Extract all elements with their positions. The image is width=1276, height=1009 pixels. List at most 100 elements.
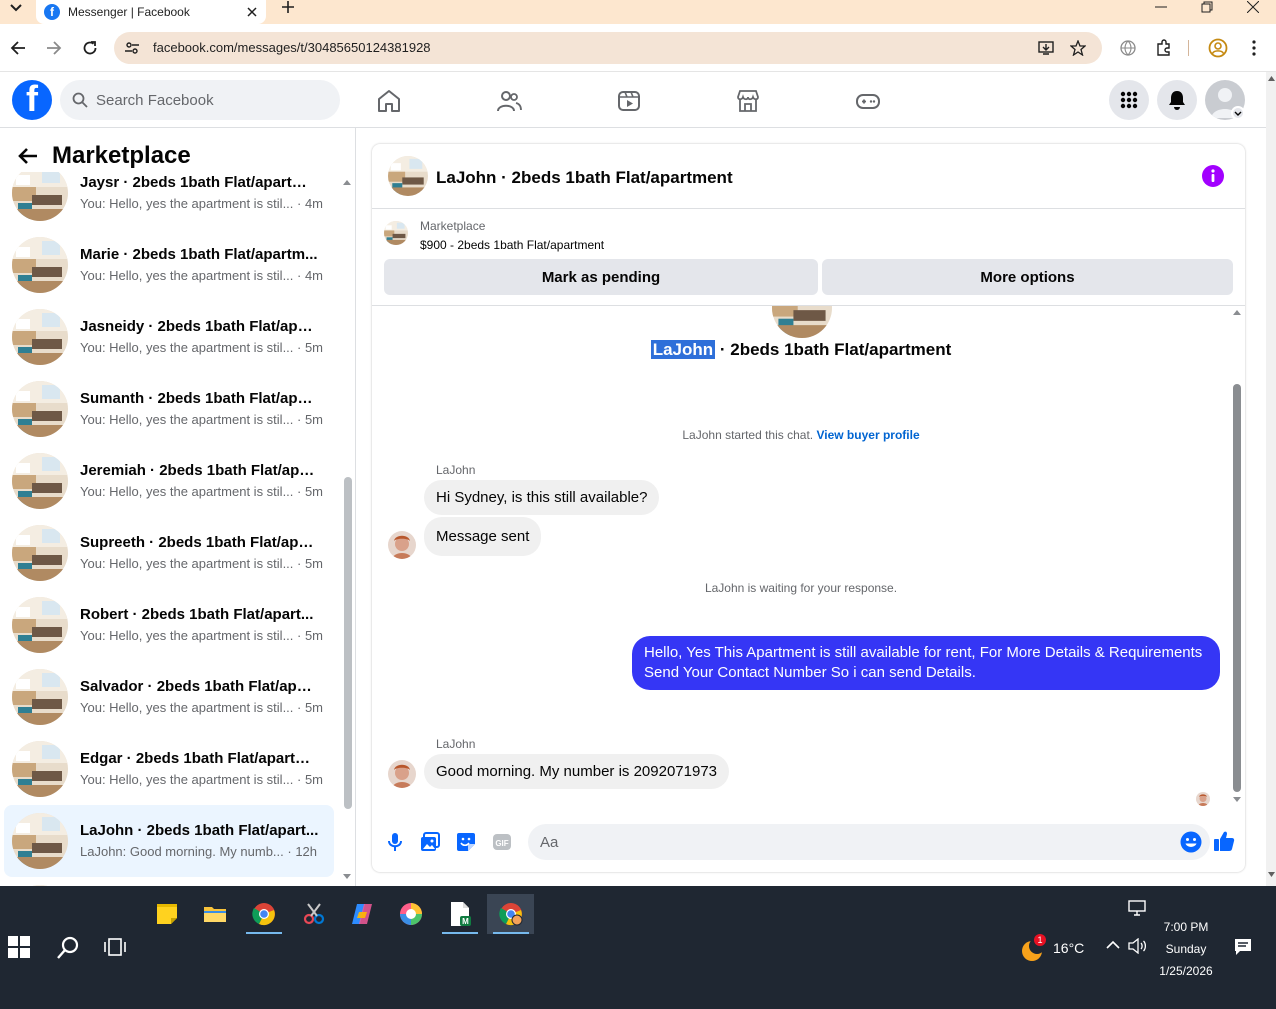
install-app-icon[interactable] [1038, 40, 1054, 56]
conversation-item[interactable]: Marie · 2beds 1bath Flat/apartm... You: H… [4, 229, 334, 301]
sender-name: LaJohn [436, 463, 476, 477]
conversation-item[interactable]: Salvador · 2beds 1bath Flat/apar... You: … [4, 661, 334, 733]
sidebar-header: Marketplace [0, 128, 340, 172]
menu-grid-icon[interactable] [1109, 80, 1149, 120]
conversation-item[interactable]: Supreeth · 2beds 1bath Flat/apar... You: … [4, 517, 334, 589]
new-tab-plus-icon[interactable] [278, 0, 298, 14]
browser-menu-icon[interactable] [1242, 36, 1266, 60]
back-icon[interactable] [6, 36, 30, 60]
conversation-list: Jaysr · 2beds 1bath Flat/apartment You: H… [0, 157, 340, 886]
mark-as-pending-button[interactable]: Mark as pending [384, 259, 818, 295]
globe-icon[interactable] [1116, 36, 1140, 60]
volume-speaker-icon[interactable] [1128, 938, 1148, 954]
chat-title[interactable]: LaJohn · 2beds 1bath Flat/apartment [436, 168, 733, 188]
file-explorer-icon[interactable] [193, 894, 237, 934]
outgoing-message[interactable]: Hello, Yes This Apartment is still avail… [632, 636, 1220, 690]
close-window-icon[interactable] [1230, 0, 1276, 14]
listing-thumbnail[interactable] [384, 221, 408, 245]
view-buyer-profile-link[interactable]: View buyer profile [816, 428, 919, 442]
conversation-item[interactable]: Robert · 2beds 1bath Flat/apart... You: H… [4, 589, 334, 661]
toolbar-divider [1188, 40, 1189, 56]
facebook-logo[interactable]: f [12, 80, 52, 120]
video-icon[interactable] [616, 88, 642, 114]
conversation-item[interactable]: Jeremiah · 2beds 1bath Flat/apar... You: … [4, 445, 334, 517]
tab-title: Messenger | Facebook [68, 5, 190, 19]
url-text: facebook.com/messages/t/3048565012438192… [153, 40, 431, 55]
friends-icon[interactable] [496, 88, 522, 114]
windows-start-icon[interactable] [8, 936, 32, 960]
browser-tab[interactable]: f Messenger | Facebook [36, 0, 266, 24]
site-info-icon[interactable] [124, 40, 140, 56]
gif-icon[interactable]: GIF [491, 831, 513, 853]
app-running-indicator [246, 932, 282, 934]
extensions-puzzle-icon[interactable] [1152, 36, 1176, 60]
message-box[interactable] [528, 824, 1210, 860]
copilot-icon[interactable] [340, 894, 384, 934]
attach-photo-icon[interactable] [419, 831, 441, 853]
marketplace-icon[interactable] [735, 88, 761, 114]
conversation-name: Jasneidy · 2beds 1bath Flat/apar... [80, 318, 320, 335]
forward-icon[interactable] [42, 36, 66, 60]
conversation-item[interactable]: Edgar · 2beds 1bath Flat/apartm... You: H… [4, 733, 334, 805]
emoji-icon[interactable] [1180, 831, 1202, 853]
gaming-icon[interactable] [855, 88, 881, 114]
close-tab-icon[interactable] [242, 2, 262, 22]
clock-day: Sunday [1165, 942, 1207, 956]
incoming-message[interactable]: Hi Sydney, is this still available? [424, 480, 660, 515]
temperature-text[interactable]: 16°C [1053, 940, 1084, 956]
task-view-icon[interactable] [104, 936, 128, 960]
conversation-item[interactable] [4, 877, 334, 886]
more-options-button[interactable]: More options [822, 259, 1233, 295]
page-scrollbar[interactable] [1266, 72, 1276, 886]
reload-icon[interactable] [78, 36, 102, 60]
contact-avatar[interactable] [388, 760, 416, 788]
voice-clip-microphone-icon[interactable] [384, 831, 406, 853]
restore-window-icon[interactable] [1184, 0, 1230, 14]
minimize-window-icon[interactable] [1138, 0, 1184, 14]
snipping-tool-icon[interactable] [292, 894, 336, 934]
account-chevron-down-icon[interactable] [1231, 106, 1245, 120]
taskbar-clock[interactable]: 7:00 PM Sunday 1/25/2026 [1146, 916, 1226, 982]
action-center-notification-icon[interactable] [1234, 938, 1252, 956]
thread-title-name: LaJohn [650, 340, 716, 359]
photos-icon[interactable] [389, 894, 433, 934]
conversation-item[interactable]: Sumanth · 2beds 1bath Flat/apar... You: H… [4, 373, 334, 445]
like-thumbs-up-icon[interactable] [1212, 829, 1236, 853]
document-m-icon[interactable]: M [438, 894, 482, 934]
facebook-search[interactable] [60, 80, 340, 120]
conversation-item-active[interactable]: LaJohn · 2beds 1bath Flat/apart... LaJohn… [4, 805, 334, 877]
notifications-bell-icon[interactable] [1157, 80, 1197, 120]
tab-search-chevron-icon[interactable] [4, 0, 28, 16]
sticker-icon[interactable] [455, 831, 477, 853]
thread-scroll-thumb[interactable] [1233, 384, 1241, 792]
search-icon [72, 92, 88, 108]
address-bar[interactable]: facebook.com/messages/t/3048565012438192… [114, 32, 1102, 64]
home-icon[interactable] [376, 88, 402, 114]
show-hidden-icons-chevron-icon[interactable] [1106, 940, 1120, 950]
marketplace-sidebar: Marketplace Jaysr · 2beds 1bath Flat/apa… [0, 128, 356, 886]
profile-icon[interactable] [1206, 36, 1230, 60]
incoming-message[interactable]: Good morning. My number is 2092071973 [424, 754, 730, 789]
incoming-message[interactable]: Message sent [424, 517, 542, 556]
sticky-notes-icon[interactable] [145, 894, 189, 934]
chrome-icon[interactable] [242, 894, 286, 934]
listing-thumbnail[interactable] [388, 156, 428, 196]
conversation-item[interactable]: Jasneidy · 2beds 1bath Flat/apar... You: … [4, 301, 334, 373]
network-desktop-icon[interactable] [1128, 900, 1146, 916]
sidebar-scroll-thumb[interactable] [344, 477, 352, 809]
sidebar-scrollbar[interactable] [340, 172, 354, 886]
contact-avatar[interactable] [388, 531, 416, 559]
message-input[interactable] [540, 833, 1160, 851]
weather-icon[interactable]: 1 [1020, 934, 1046, 962]
taskbar-search-icon[interactable] [56, 936, 80, 960]
info-icon[interactable] [1202, 165, 1224, 187]
bookmark-star-icon[interactable] [1070, 40, 1086, 56]
listing-title[interactable]: $900 - 2beds 1bath Flat/apartment [420, 238, 604, 252]
chrome-profile-icon[interactable] [487, 894, 534, 934]
search-input[interactable] [96, 91, 326, 109]
thread-scrollbar[interactable] [1230, 306, 1244, 806]
weather-badge: 1 [1034, 934, 1046, 946]
listing-thumbnail [12, 381, 68, 437]
svg-text:GIF: GIF [495, 839, 508, 848]
back-arrow-icon[interactable] [14, 142, 42, 170]
